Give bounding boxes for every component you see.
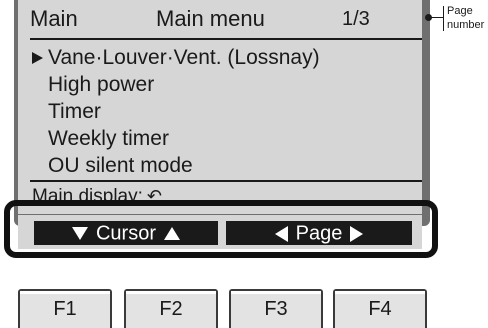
menu-item-ou-silent-mode[interactable]: OU silent mode bbox=[30, 152, 320, 179]
lcd-screen: Main Main menu 1/3 Vane·Louver·Vent. (Lo… bbox=[18, 0, 422, 214]
menu-item-timer[interactable]: Timer bbox=[30, 98, 320, 125]
menu-item-weekly-timer[interactable]: Weekly timer bbox=[30, 125, 320, 152]
menu-list: Vane·Louver·Vent. (Lossnay) High power T… bbox=[30, 44, 320, 179]
menu-item-vane-louver-vent[interactable]: Vane·Louver·Vent. (Lossnay) bbox=[30, 44, 320, 71]
menu-item-high-power[interactable]: High power bbox=[30, 71, 320, 98]
callout-leader-line bbox=[431, 17, 443, 18]
footer-divider bbox=[30, 180, 422, 182]
soft-key-highlight-frame bbox=[4, 200, 438, 258]
header-divider bbox=[30, 38, 422, 40]
callout-line-2: number bbox=[447, 19, 485, 31]
f2-button[interactable]: F2 bbox=[124, 289, 218, 328]
f4-button[interactable]: F4 bbox=[333, 289, 427, 328]
callout-line-1: Page bbox=[447, 5, 473, 17]
f1-button[interactable]: F1 bbox=[18, 289, 112, 328]
page-title: Main menu bbox=[156, 6, 265, 31]
f3-button[interactable]: F3 bbox=[229, 289, 323, 328]
callout-bracket bbox=[443, 6, 444, 31]
header-main-label: Main bbox=[30, 6, 78, 31]
page-number: 1/3 bbox=[342, 8, 370, 30]
page-number-callout: Page number bbox=[447, 4, 484, 32]
